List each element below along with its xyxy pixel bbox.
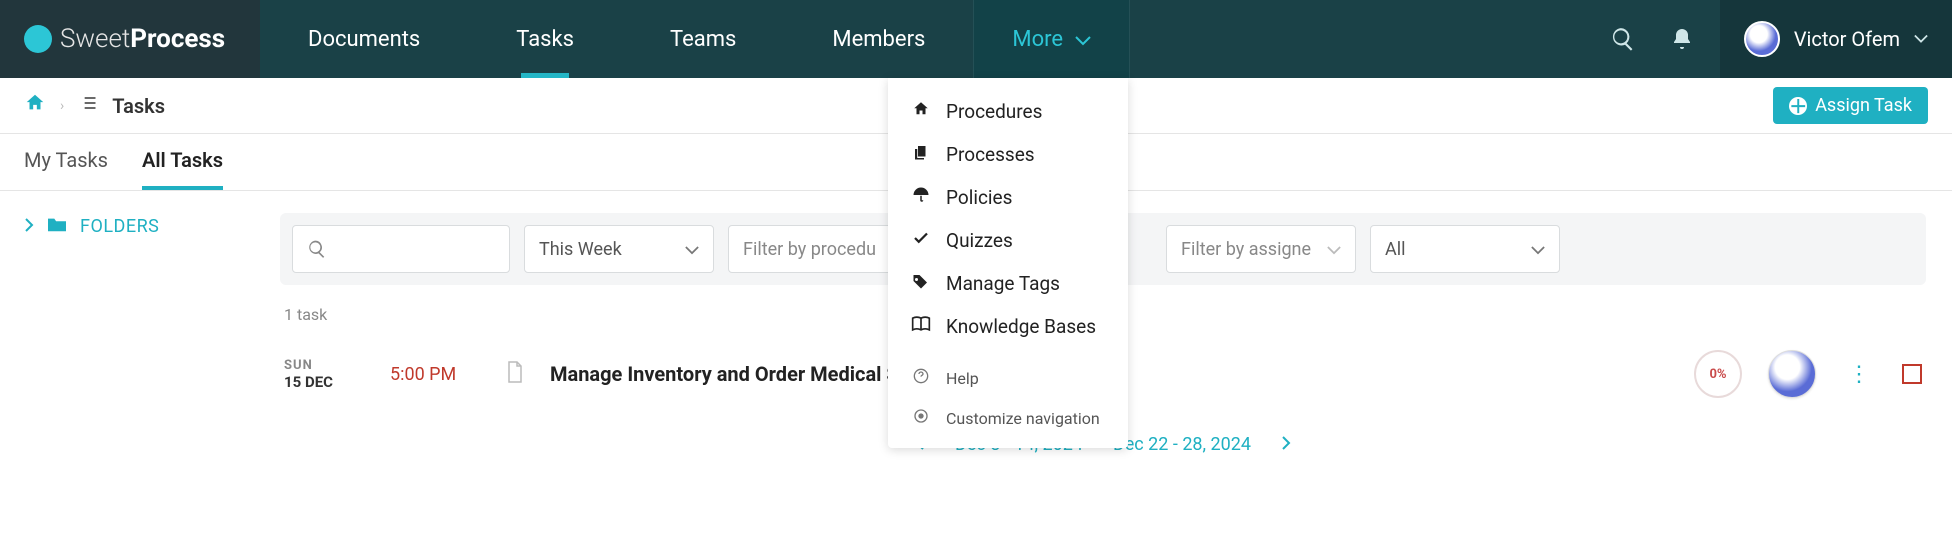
task-checkbox[interactable] xyxy=(1902,364,1922,384)
filter-status[interactable]: All xyxy=(1370,225,1560,273)
chevron-right-icon[interactable] xyxy=(1281,435,1291,454)
user-name: Victor Ofem xyxy=(1794,27,1900,51)
sidebar-folders[interactable]: FOLDERS xyxy=(24,215,256,238)
document-icon xyxy=(506,361,524,387)
chevron-down-icon xyxy=(685,239,699,260)
task-assignee-avatar[interactable] xyxy=(1768,350,1816,398)
logo-text-process: Process xyxy=(130,24,225,54)
search-icon[interactable] xyxy=(1610,26,1636,52)
home-icon[interactable] xyxy=(24,92,46,119)
umbrella-icon xyxy=(910,186,932,209)
nav-more-label: More xyxy=(1012,27,1063,52)
menu-processes[interactable]: Processes xyxy=(888,133,1128,176)
menu-procedures[interactable]: Procedures xyxy=(888,90,1128,133)
nav-teams[interactable]: Teams xyxy=(622,0,784,78)
bell-icon[interactable] xyxy=(1670,26,1694,52)
chevron-right-icon: › xyxy=(60,98,64,114)
task-time: 5:00 PM xyxy=(390,364,480,385)
nav-tasks[interactable]: Tasks xyxy=(468,0,622,78)
tab-my-tasks[interactable]: My Tasks xyxy=(24,148,108,190)
home-icon xyxy=(910,100,932,123)
chevron-down-icon xyxy=(1075,27,1091,52)
logo[interactable]: SweetProcess xyxy=(0,0,260,78)
menu-help[interactable]: Help xyxy=(888,358,1128,398)
pager-next[interactable]: Dec 22 - 28, 2024 xyxy=(1113,434,1251,455)
task-actions-menu[interactable]: ⋮ xyxy=(1842,362,1876,387)
menu-quizzes[interactable]: Quizzes xyxy=(888,219,1128,262)
breadcrumb-tasks: Tasks xyxy=(112,94,165,118)
task-title: Manage Inventory and Order Medical Supp xyxy=(550,362,932,386)
nav-members[interactable]: Members xyxy=(784,0,973,78)
search-icon xyxy=(307,239,327,259)
nav-more[interactable]: More xyxy=(973,0,1130,78)
chevron-down-icon xyxy=(1327,239,1341,260)
book-icon xyxy=(910,315,932,338)
chevron-down-icon xyxy=(1914,34,1928,44)
menu-knowledge-bases[interactable]: Knowledge Bases xyxy=(888,305,1128,348)
user-menu[interactable]: Victor Ofem xyxy=(1720,0,1952,78)
task-search-input[interactable] xyxy=(292,225,510,273)
avatar xyxy=(1744,21,1780,57)
chevron-down-icon xyxy=(1531,239,1545,260)
tasks-list-icon xyxy=(78,93,98,118)
folder-icon xyxy=(46,215,68,238)
nav-documents[interactable]: Documents xyxy=(260,0,468,78)
breadcrumb: › Tasks xyxy=(24,92,165,119)
plus-icon: ＋ xyxy=(1789,97,1807,115)
help-icon xyxy=(910,368,932,388)
assign-task-button[interactable]: ＋ Assign Task xyxy=(1773,87,1928,124)
check-icon xyxy=(910,229,932,252)
chevron-right-icon xyxy=(24,216,34,237)
copy-icon xyxy=(910,143,932,166)
more-dropdown: Procedures Processes Policies Quizzes Ma… xyxy=(888,78,1128,448)
tags-icon xyxy=(910,272,932,295)
tab-all-tasks[interactable]: All Tasks xyxy=(142,148,223,190)
menu-customize-nav[interactable]: Customize navigation xyxy=(888,398,1128,438)
task-date: SUN 15 DEC xyxy=(284,358,364,391)
filter-period[interactable]: This Week xyxy=(524,225,714,273)
target-icon xyxy=(910,408,932,428)
menu-manage-tags[interactable]: Manage Tags xyxy=(888,262,1128,305)
filter-assignee[interactable]: Filter by assigne xyxy=(1166,225,1356,273)
task-progress: 0% xyxy=(1694,350,1742,398)
logo-icon xyxy=(24,25,52,53)
logo-text-sweet: Sweet xyxy=(60,24,130,54)
menu-policies[interactable]: Policies xyxy=(888,176,1128,219)
